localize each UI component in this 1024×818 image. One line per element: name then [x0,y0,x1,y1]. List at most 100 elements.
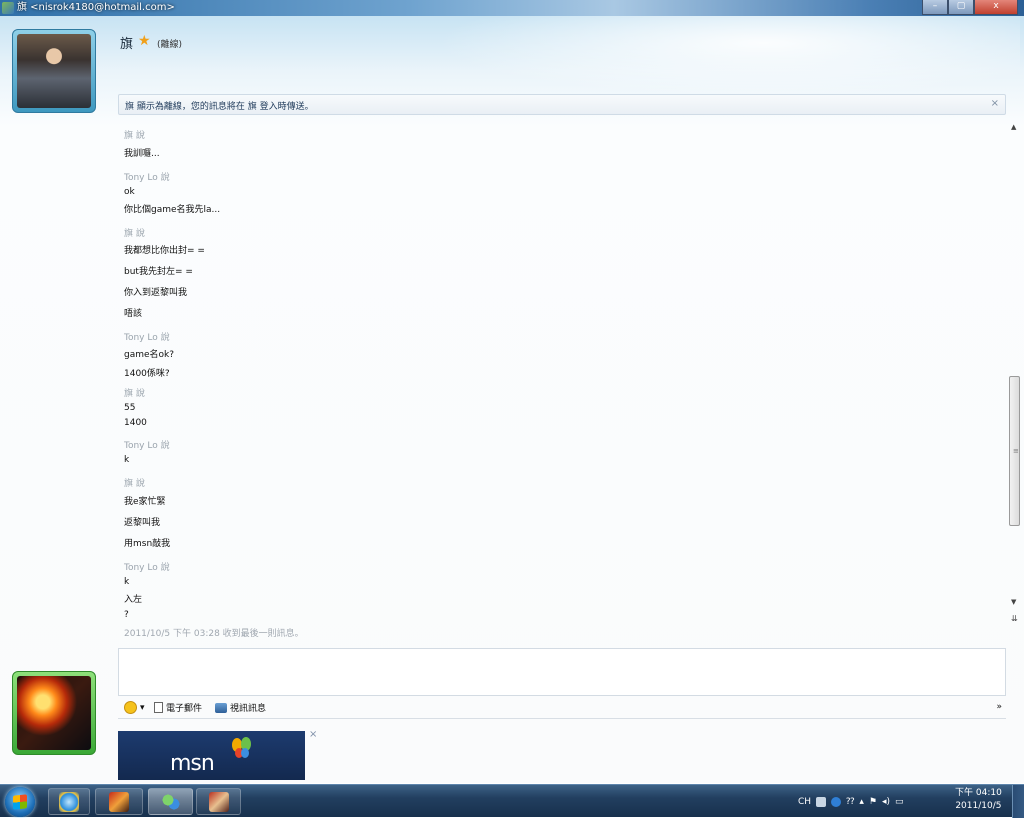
conversation-scrollbar[interactable]: ▲ ≡ ▼ ⇊ [1008,120,1022,640]
header-background [380,16,1020,106]
conversation-history[interactable]: 旗 說 我訓囉... Tony Lo 說 ok 你比個game名我先la... … [118,120,1006,648]
offline-info-bar: 旗 顯示為離線，您的訊息將在 旗 登入時傳送。 × [118,94,1006,115]
video-message-button[interactable]: 視訊訊息 [215,701,266,714]
message-sender: Tony Lo 說 [124,563,170,573]
message-line: ? [124,610,129,620]
email-button[interactable]: 電子郵件 [154,701,202,714]
contact-avatar[interactable] [12,29,96,113]
message-line: 唔該 [124,309,143,319]
scroll-thumb[interactable]: ≡ [1009,376,1020,526]
msn-messenger-icon [160,791,181,812]
input-options-icon[interactable]: ⁇ [846,797,854,807]
message-sender: Tony Lo 說 [124,173,170,183]
scroll-up-arrow-icon[interactable]: ▲ [1011,123,1016,131]
compose-toolbar: ▾ 電子郵件 視訊訊息 » [118,698,1006,718]
video-message-label: 視訊訊息 [230,704,267,714]
taskbar-msn-messenger[interactable] [148,788,193,815]
network-icon[interactable]: ▭ [895,797,904,807]
msn-logo-text: msn [170,751,215,776]
message-line: 我都想比你出封= = [124,246,205,256]
game-app-icon [109,791,129,812]
msn-ad-banner[interactable]: msn [118,731,305,780]
message-line: k [124,455,130,465]
message-sender: 旗 說 [124,479,145,489]
scroll-grip-icon: ≡ [1013,447,1019,455]
video-message-icon [215,702,227,713]
message-sender: Tony Lo 說 [124,441,170,451]
message-line: 入左 [124,595,143,605]
ad-close-icon[interactable]: × [309,729,317,740]
message-sender: 旗 說 [124,389,145,399]
keyboard-icon[interactable] [816,797,827,807]
message-block: 旗 說 我訓囉... [124,128,160,159]
message-sender: Tony Lo 說 [124,333,170,343]
message-block: Tony Lo 說 k 入左 ? [124,560,170,620]
taskbar-game-app[interactable] [95,788,143,815]
info-bar-close-icon[interactable]: × [991,98,999,109]
info-bar-text: 旗 顯示為離線，您的訊息將在 旗 登入時傳送。 [125,102,314,112]
message-line: 返黎叫我 [124,518,161,528]
minimize-button[interactable]: – [922,0,948,15]
system-clock[interactable]: 下午 04:10 2011/10/5 [955,787,1002,813]
message-line: 你比個game名我先la... [124,205,221,215]
emoticon-icon [124,701,137,714]
message-block: 旗 說 55 1400 [124,386,147,428]
message-block: Tony Lo 說 k [124,438,170,465]
maximize-button[interactable]: ▢ [948,0,974,15]
message-line: game名ok? [124,350,175,360]
message-sender: 旗 說 [124,229,145,239]
windows-taskbar: CH ⁇ ▴ ⚑ ◂) ▭ 下午 04:10 2011/10/5 [0,784,1024,818]
msn-butterfly-icon [232,737,251,758]
window-titlebar[interactable]: 旗 <nisrok4180@hotmail.com> – ▢ x [0,0,1024,16]
show-hidden-icons[interactable]: ▴ [859,797,864,807]
message-line: but我先封左= = [124,267,193,277]
message-line: 我e家忙緊 [124,497,166,507]
system-tray: CH ⁇ ▴ ⚑ ◂) ▭ [798,789,904,815]
msn-app-icon [2,2,14,14]
close-window-button[interactable]: x [974,0,1018,15]
show-desktop-button[interactable] [1012,785,1024,818]
message-input[interactable] [118,648,1006,696]
message-line: ok [124,187,135,197]
character-app-icon [208,791,229,812]
message-sender: 旗 說 [124,131,145,141]
contact-photo [17,34,91,108]
toolbar-divider [118,718,1006,719]
dropdown-arrow-icon: ▾ [140,702,145,713]
taskbar-internet-explorer[interactable] [48,788,90,815]
message-block: 旗 說 我都想比你出封= = but我先封左= = 你入到返黎叫我 唔該 [124,226,205,319]
conversation-window: 旗 ★ (離線) 旗 顯示為離線，您的訊息將在 旗 登入時傳送。 × 旗 說 我… [0,16,1024,783]
scroll-down-arrow-icon[interactable]: ▼ [1011,598,1016,606]
windows-logo-icon [13,794,27,810]
last-message-timestamp: 2011/10/5 下午 03:28 收到最後一則訊息。 [124,629,304,639]
email-label: 電子郵件 [166,704,203,714]
user-avatar[interactable] [12,671,96,755]
message-line: 我訓囉... [124,149,160,159]
message-line: 用msn敲我 [124,539,171,549]
favorite-star-icon[interactable]: ★ [138,33,151,49]
contact-status: (離線) [157,40,183,50]
volume-icon[interactable]: ◂) [882,797,890,807]
message-block: 旗 說 我e家忙緊 返黎叫我 用msn敲我 [124,476,170,549]
emoticon-button[interactable]: ▾ [124,701,145,714]
message-line: 你入到返黎叫我 [124,288,188,298]
help-icon[interactable] [831,797,842,807]
internet-explorer-icon [59,791,79,812]
window-title: 旗 <nisrok4180@hotmail.com> [17,2,175,13]
action-center-flag-icon[interactable]: ⚑ [869,797,877,807]
message-line: 1400係咪? [124,369,170,379]
scroll-to-end-icon[interactable]: ⇊ [1011,614,1018,623]
language-indicator[interactable]: CH [798,797,811,807]
message-line: 55 [124,403,136,413]
taskbar-character-app[interactable] [196,788,241,815]
message-line: k [124,577,130,587]
contact-name[interactable]: 旗 [120,33,133,52]
start-button[interactable] [5,787,35,817]
clock-date: 2011/10/5 [955,801,1002,811]
window-controls: – ▢ x [922,0,1018,15]
message-line: 1400 [124,418,147,428]
email-icon [154,702,163,713]
more-options-button[interactable]: » [996,702,1002,712]
user-photo [17,676,91,750]
clock-time: 下午 04:10 [955,788,1002,798]
